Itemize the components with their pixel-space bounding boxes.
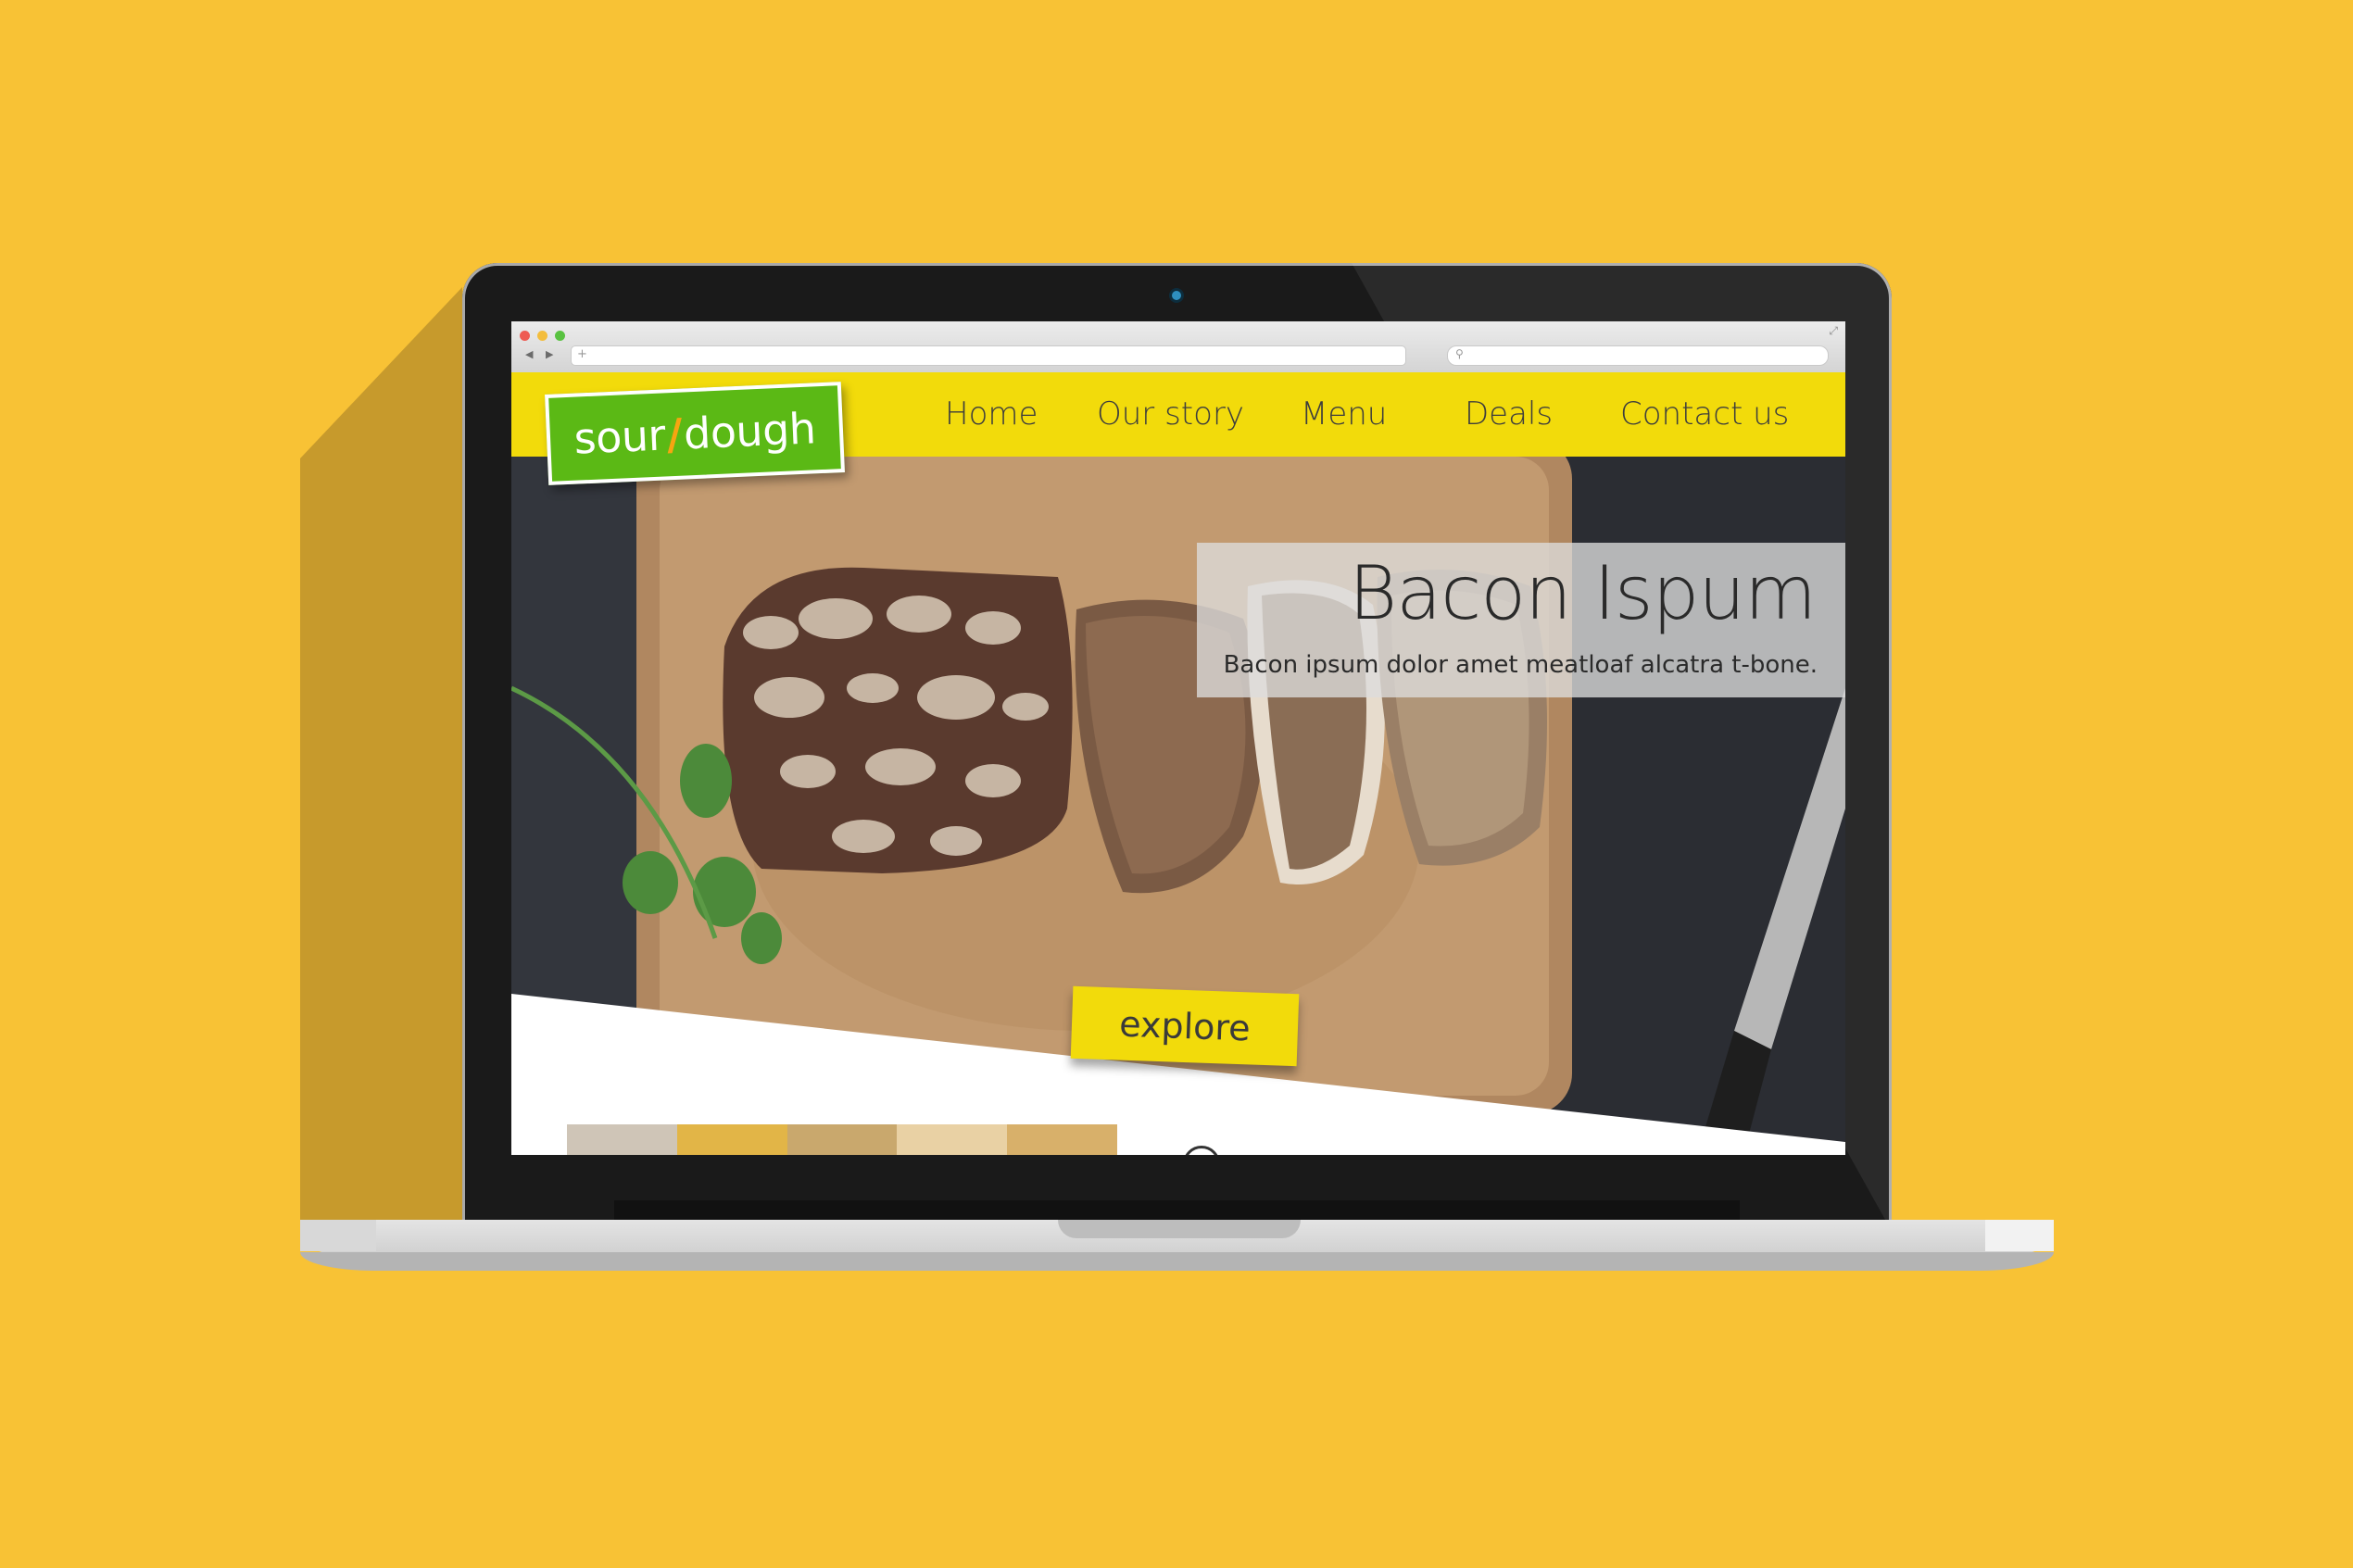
gallery-thumbnail[interactable] [786,1124,898,1155]
nav-menu[interactable]: Menu [1301,395,1387,433]
gallery-thumbnail-strip[interactable] [567,1124,1117,1155]
address-bar[interactable]: + [571,345,1406,366]
browser-chrome: ◀ ▶ + ⚲ ⤢ [511,321,1845,373]
nav-contact-us[interactable]: Contact us [1620,395,1789,433]
logo-slash: / [665,408,684,460]
new-tab-plus-icon[interactable]: + [577,347,587,361]
browser-search-bar[interactable]: ⚲ [1447,345,1829,366]
hero-subhead: Bacon ipsum dolor amet meatloaf alcatra … [1223,651,1818,679]
search-icon: ⚲ [1455,347,1464,360]
close-window-dot[interactable] [520,331,530,341]
gallery-thumbnail[interactable] [897,1124,1008,1155]
back-arrow-icon[interactable]: ◀ [525,348,533,360]
bread-loaf [723,567,1073,873]
laptop-hinge [614,1200,1740,1220]
logo-word-sour: sour [573,409,666,464]
laptop-opening-notch [1058,1220,1301,1238]
explore-button[interactable]: explore [1070,985,1300,1067]
maximize-window-dot[interactable] [555,331,565,341]
site-logo[interactable]: sour / dough [545,382,845,485]
webcam [1172,291,1181,300]
logo-word-dough: dough [682,403,817,459]
hero-headline: Bacon Ispum [1348,550,1817,636]
laptop-base-bottom [300,1252,2054,1271]
gallery-thumbnail[interactable] [676,1124,787,1155]
minimize-window-dot[interactable] [537,331,547,341]
gallery-thumbnail[interactable] [1007,1124,1117,1155]
laptop-base-right-edge [1985,1220,2054,1251]
gallery-thumbnail[interactable] [567,1124,677,1155]
laptop-base-left-edge [300,1220,376,1251]
fullscreen-icon[interactable]: ⤢ [1829,324,1838,338]
screen: ◀ ▶ + ⚲ ⤢ sour / dough Home Our story Menu… [511,321,1845,1155]
nav-home[interactable]: Home [945,395,1038,433]
nav-our-story[interactable]: Our story [1097,395,1244,433]
hero-text-panel: Bacon Ispum Bacon ipsum dolor amet meatl… [1197,543,1845,697]
nav-deals[interactable]: Deals [1465,395,1553,433]
forward-arrow-icon[interactable]: ▶ [546,348,553,360]
